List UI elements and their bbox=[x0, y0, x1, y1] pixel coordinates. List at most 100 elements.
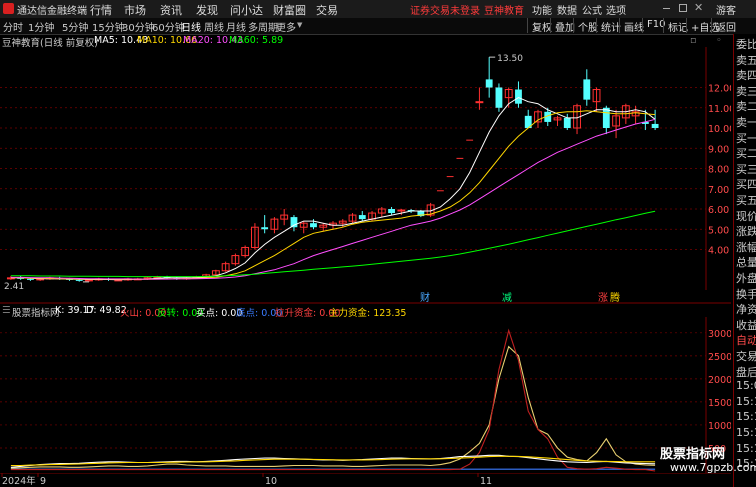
ma-line-1 bbox=[10, 110, 656, 280]
event-marker-1: 减 bbox=[502, 292, 512, 304]
btn-back[interactable]: 返回 bbox=[711, 18, 740, 34]
app-logo-icon bbox=[3, 3, 14, 14]
candle-body bbox=[261, 227, 269, 230]
candle-body bbox=[651, 123, 659, 128]
quote-row-label: 买二 bbox=[736, 147, 756, 161]
menu-xuanxiang[interactable]: 选项 bbox=[606, 2, 626, 17]
quote-row-label: 交易 bbox=[736, 350, 756, 363]
menu-shuju[interactable]: 数据 bbox=[557, 2, 577, 17]
price-tick-label: 8.00 bbox=[708, 165, 729, 176]
indicator-line-1 bbox=[10, 345, 656, 469]
quote-row-label: 卖四 bbox=[736, 69, 756, 83]
period-30min[interactable]: 30分钟 bbox=[122, 19, 155, 34]
price-tick-label: 6.00 bbox=[708, 205, 729, 216]
period-15min[interactable]: 15分钟 bbox=[92, 19, 125, 34]
quote-row-label: 总量 bbox=[736, 256, 756, 270]
candle-body bbox=[485, 79, 493, 88]
indicator-chart[interactable]: 30002500200015001000500 bbox=[0, 317, 731, 473]
period-fenshi[interactable]: 分时 bbox=[3, 19, 23, 34]
menu-hangqing[interactable]: 行情 bbox=[90, 2, 112, 18]
candle-body bbox=[475, 101, 484, 104]
sub-chart-legend: ☰ 股票指标网 K: 39.17 D: 49.82 火山: 0.00 反转: 0… bbox=[0, 304, 730, 319]
price-tick-label: 10.00 bbox=[708, 124, 731, 135]
x-axis-label: 2024年 bbox=[2, 475, 36, 487]
period-monthly[interactable]: 月线 bbox=[226, 19, 246, 34]
event-marker-2: 涨 bbox=[598, 292, 608, 304]
watermark-title: 股票指标网 bbox=[660, 447, 726, 462]
expand-icon[interactable]: ◦ bbox=[716, 35, 722, 46]
menu-wenxiaoda[interactable]: 问小达 bbox=[230, 2, 263, 18]
quote-row-label: 15:1 bbox=[736, 410, 756, 424]
watermark: 股票指标网 www.7gpzb.com bbox=[660, 443, 756, 487]
price-tick-label: 11.00 bbox=[708, 104, 731, 115]
indicator-menu-icon[interactable]: ☰ bbox=[2, 305, 11, 316]
menu-jiaoyi[interactable]: 交易 bbox=[316, 2, 338, 18]
quote-row-label: 15:1 bbox=[736, 394, 756, 408]
x-axis: 2024年 9 10 11 bbox=[0, 473, 731, 487]
maximize-icon[interactable] bbox=[679, 4, 687, 12]
indicator-line-2 bbox=[10, 328, 656, 472]
candle-body bbox=[26, 278, 34, 280]
quote-row-label: 自动 bbox=[736, 334, 756, 348]
quote-row-label: 净资 bbox=[736, 303, 756, 317]
period-5min[interactable]: 5分钟 bbox=[62, 19, 88, 34]
quote-panel: 委比 卖五 卖四 卖三 卖二 卖一 买一 买二 买三 买四 买五 现价 涨跌 涨幅 总量 外盘 换手 净资 收益 自动… bbox=[733, 34, 756, 487]
menu-caifuquan[interactable]: 财富圈 bbox=[273, 2, 306, 18]
period-1min[interactable]: 1分钟 bbox=[28, 19, 54, 34]
indicator-tick-label: 2000 bbox=[708, 375, 731, 386]
settings-icon[interactable]: ▫ bbox=[690, 35, 696, 46]
period-toolbar: 分时 1分钟 5分钟 15分钟 30分钟 60分钟 日线 周线 月线 多周期 更… bbox=[0, 18, 756, 35]
period-multi[interactable]: 多周期 bbox=[248, 19, 278, 34]
candle-body bbox=[563, 117, 571, 128]
event-marker-0: 财 bbox=[420, 291, 430, 304]
event-markers: 财 减 涨腾 bbox=[0, 291, 731, 304]
user-label[interactable]: 游客 bbox=[716, 2, 736, 17]
ma-line-3 bbox=[10, 210, 656, 278]
candlestick-chart[interactable]: 12.00 11.00 10.00 9.00 8.00 7.00 6.00 5.00 4.00 1… bbox=[0, 47, 731, 290]
quote-row-label: 买三 bbox=[736, 162, 756, 176]
quote-row-label: 收益 bbox=[736, 318, 756, 332]
quote-row-label: 卖二 bbox=[736, 100, 756, 114]
indicator-tick-label: 1000 bbox=[708, 421, 731, 432]
low-marker-label: 2.41 bbox=[4, 282, 24, 290]
candle-body bbox=[515, 89, 522, 104]
period-weekly[interactable]: 周线 bbox=[204, 19, 224, 34]
quote-row-label: 卖三 bbox=[736, 84, 756, 98]
menu-faxian[interactable]: 发现 bbox=[196, 2, 218, 18]
price-tick-label: 12.00 bbox=[708, 84, 731, 95]
quote-row-label: 涨跌 bbox=[736, 225, 756, 239]
ma-line-0 bbox=[10, 97, 656, 281]
x-axis-label: 10 bbox=[265, 476, 277, 487]
main-chart-legend: 豆神教育(日线 前复权) MA5: 10.43 MA10: 10.66 MA20… bbox=[0, 34, 730, 49]
login-alert[interactable]: 证券交易未登录 bbox=[410, 2, 480, 17]
menu-gongshi[interactable]: 公式 bbox=[582, 2, 602, 17]
quote-row-label: 买四 bbox=[736, 178, 756, 192]
quote-row-label: 外盘 bbox=[736, 272, 756, 285]
chevron-down-icon[interactable]: ▼ bbox=[297, 21, 302, 29]
menu-zixun[interactable]: 资讯 bbox=[160, 2, 182, 18]
minimize-icon[interactable] bbox=[663, 8, 670, 9]
menu-gongneng[interactable]: 功能 bbox=[532, 2, 552, 17]
indicator-tick-label: 3000 bbox=[708, 329, 731, 340]
quote-row-label: 买五 bbox=[736, 194, 756, 207]
menu-shichang[interactable]: 市场 bbox=[124, 2, 146, 18]
close-icon[interactable]: ✕ bbox=[694, 1, 703, 14]
high-marker-label: 13.50 bbox=[497, 54, 523, 64]
ma-line-2 bbox=[10, 118, 656, 280]
x-axis-label: 11 bbox=[480, 476, 492, 487]
quote-row-label: 15:1 bbox=[736, 426, 756, 439]
stock-name-title: 豆神教育 bbox=[484, 6, 524, 17]
price-tick-label: 9.00 bbox=[708, 144, 729, 155]
period-60min[interactable]: 60分钟 bbox=[152, 19, 185, 34]
period-daily[interactable]: 日线 bbox=[181, 19, 201, 34]
watermark-url: www.7gpzb.com bbox=[670, 461, 756, 474]
quote-row-label: 卖一 bbox=[736, 116, 756, 129]
candle-body bbox=[388, 209, 395, 214]
title-bar: 通达信金融终端 行情 市场 资讯 发现 问小达 财富圈 交易 证券交易未登录 豆… bbox=[0, 0, 756, 19]
event-marker-3: 腾 bbox=[610, 291, 620, 304]
indicator-tick-label: 1500 bbox=[708, 398, 731, 409]
price-tick-label: 7.00 bbox=[708, 185, 729, 196]
quote-row-label: 卖五 bbox=[736, 53, 756, 67]
period-more[interactable]: 更多 bbox=[276, 19, 296, 34]
quote-row-label: 委比 bbox=[736, 38, 756, 51]
